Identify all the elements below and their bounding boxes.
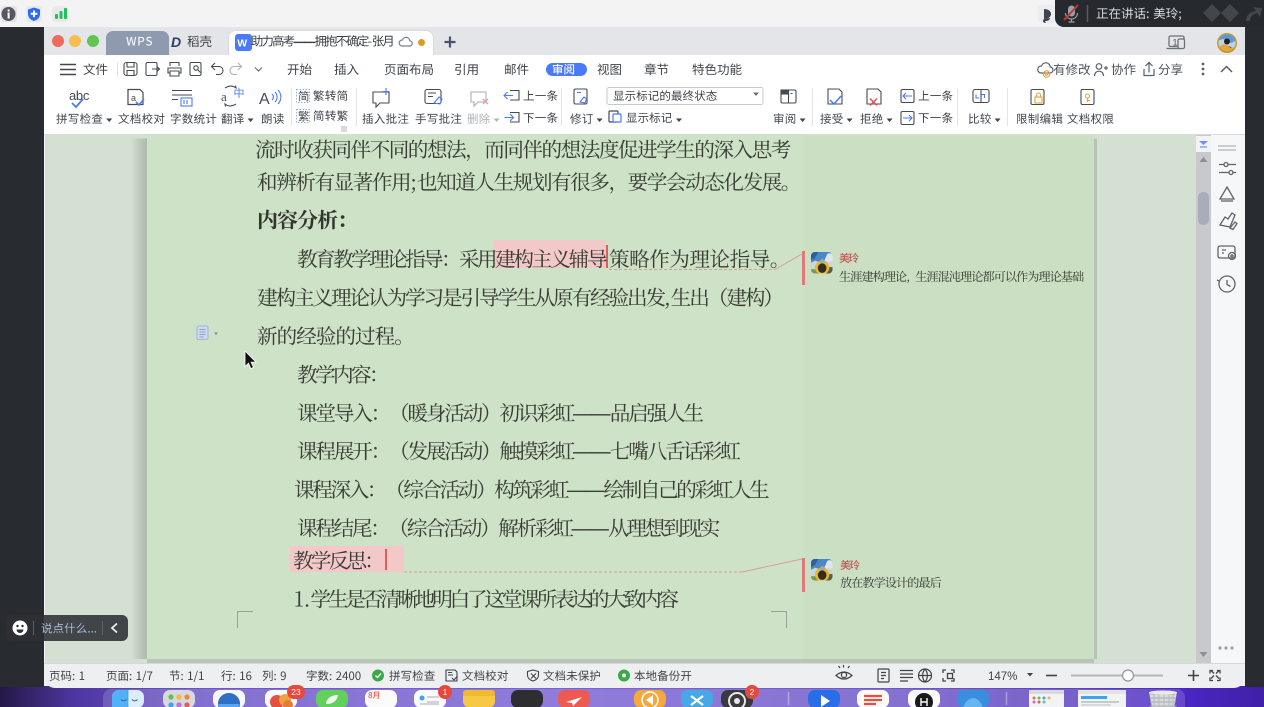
svg-text:a: a	[131, 93, 136, 103]
svg-text:W: W	[237, 37, 247, 49]
svg-text:a: a	[221, 89, 227, 104]
svg-text:23: 23	[291, 687, 301, 697]
svg-text:2: 2	[750, 687, 755, 697]
svg-text:D: D	[171, 34, 181, 50]
svg-text:A: A	[259, 91, 270, 108]
svg-text:1: 1	[443, 687, 448, 697]
svg-text:1: 1	[1173, 38, 1178, 48]
svg-text:147%: 147%	[988, 671, 1017, 683]
svg-text:abc: abc	[69, 88, 90, 103]
